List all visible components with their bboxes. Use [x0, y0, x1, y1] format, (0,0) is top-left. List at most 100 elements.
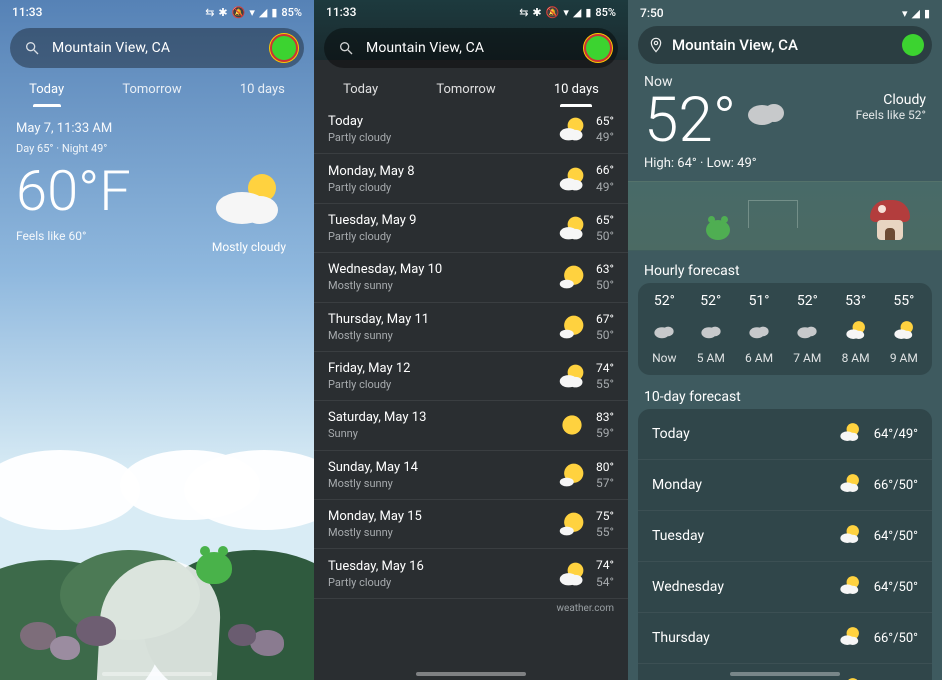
forecast-row[interactable]: Sunday, May 14 Mostly sunny 80° 57° — [314, 451, 628, 500]
feels-like: Feels like 52° — [856, 108, 926, 122]
home-indicator[interactable] — [102, 672, 212, 676]
forecast-row[interactable]: Saturday, May 13 Sunny 83° 59° — [314, 401, 628, 450]
mostly-sunny-icon — [558, 313, 586, 341]
hourly-title: Hourly forecast — [628, 255, 942, 283]
datetime: May 7, 11:33 AM — [16, 121, 298, 136]
hourly-temp: 55° — [890, 293, 918, 309]
tenday-row[interactable]: Wednesday 64°/50° — [638, 562, 932, 613]
tenday-row[interactable]: Tuesday 64°/50° — [638, 511, 932, 562]
condition-text: Mostly cloudy — [212, 240, 286, 254]
tenday-row[interactable]: Thursday 66°/50° — [638, 613, 932, 664]
battery-icon: ▮ — [271, 6, 277, 19]
forecast-row[interactable]: Monday, May 8 Partly cloudy 66° 49° — [314, 154, 628, 203]
partly-cloudy-icon — [826, 574, 874, 600]
forecast-list[interactable]: Today Partly cloudy 65° 49° Monday, May … — [314, 105, 628, 599]
forecast-low: 55° — [596, 376, 614, 392]
tab-today[interactable]: Today — [337, 74, 384, 105]
tab-tomorrow[interactable]: Tomorrow — [116, 74, 187, 105]
tenday-range: 64°/50° — [874, 529, 918, 544]
search-text: Mountain View, CA — [354, 40, 584, 56]
partly-cloudy-icon — [826, 523, 874, 549]
hourly-temp: 51° — [745, 293, 773, 309]
condition-text: Cloudy — [856, 92, 926, 108]
cast-icon: ⇆ — [205, 6, 214, 19]
forecast-row[interactable]: Tuesday, May 9 Partly cloudy 65° 50° — [314, 204, 628, 253]
hourly-forecast[interactable]: 52° Now 52° 5 AM 51° 6 AM 52° 7 AM 53° 8 AM 5… — [638, 283, 932, 375]
dnd-icon: 🔕 — [546, 6, 560, 19]
forecast-row[interactable]: Friday, May 12 Partly cloudy 74° 55° — [314, 352, 628, 401]
forecast-condition: Partly cloudy — [328, 378, 548, 391]
battery-pct: 85% — [281, 6, 302, 19]
wifi-icon: ▾ — [249, 6, 255, 19]
tenday-range: 66°/50° — [874, 478, 918, 493]
location-pill[interactable]: Mountain View, CA — [638, 26, 932, 64]
forecast-low: 54° — [596, 574, 614, 590]
hourly-hour: 8 AM — [842, 351, 870, 365]
tab-today[interactable]: Today — [23, 74, 70, 105]
bluetooth-icon: ✱ — [532, 6, 541, 19]
scene-illustration — [628, 181, 942, 251]
signal-icon: ◢ — [573, 6, 581, 19]
tab-tendays[interactable]: 10 days — [234, 74, 291, 105]
tab-tendays[interactable]: 10 days — [548, 74, 605, 105]
hourly-hour: 6 AM — [745, 351, 773, 365]
search-text: Mountain View, CA — [40, 40, 270, 56]
pane-today: 11:33 ⇆ ✱ 🔕 ▾ ◢ ▮ 85% Mountain View, CA … — [0, 0, 314, 680]
wifi-icon: ▾ — [902, 7, 908, 20]
hourly-hour: Now — [652, 351, 676, 365]
partly-cloudy-icon — [558, 214, 586, 242]
battery-icon: ▮ — [585, 6, 591, 19]
tenday-row[interactable]: Today 64°/49° — [638, 409, 932, 460]
forecast-row[interactable]: Monday, May 15 Mostly sunny 75° 55° — [314, 500, 628, 549]
forecast-low: 57° — [596, 475, 614, 491]
hourly-cell[interactable]: 53° 8 AM — [842, 293, 870, 365]
tenday-day: Today — [652, 426, 826, 442]
tab-tomorrow[interactable]: Tomorrow — [430, 74, 501, 105]
status-time: 11:33 — [12, 5, 42, 19]
forecast-day: Tuesday, May 16 — [328, 559, 548, 574]
hourly-cell[interactable]: 51° 6 AM — [745, 293, 773, 365]
tenday-day: Wednesday — [652, 579, 826, 595]
battery-icon: ▮ — [924, 7, 930, 20]
hourly-cell[interactable]: 52° 7 AM — [793, 293, 821, 365]
home-indicator[interactable] — [416, 672, 526, 676]
tabs: Today Tomorrow 10 days — [0, 74, 314, 105]
tenday-row[interactable]: Monday 66°/50° — [638, 460, 932, 511]
search-box[interactable]: Mountain View, CA — [324, 28, 618, 68]
tenday-title: 10-day forecast — [628, 381, 942, 409]
forecast-high: 63° — [596, 261, 614, 277]
hi-lo: High: 64° · Low: 49° — [644, 156, 926, 171]
forecast-condition: Partly cloudy — [328, 230, 548, 243]
forecast-condition: Mostly sunny — [328, 279, 548, 292]
status-bar: 11:33 ⇆ ✱ 🔕 ▾ ◢ ▮ 85% — [0, 0, 314, 22]
forecast-row[interactable]: Thursday, May 11 Mostly sunny 67° 50° — [314, 303, 628, 352]
partly-cloudy-icon — [892, 336, 916, 351]
hourly-cell[interactable]: 52° Now — [652, 293, 676, 365]
hourly-cell[interactable]: 52° 5 AM — [697, 293, 725, 365]
search-box[interactable]: Mountain View, CA — [10, 28, 304, 68]
hourly-cell[interactable]: 55° 9 AM — [890, 293, 918, 365]
pane-new-ui: 7:50 ▾ ◢ ▮ Mountain View, CA Now 52° Clo… — [628, 0, 942, 680]
tenday-forecast[interactable]: Today 64°/49°Monday 66°/50°Tuesday 64°/5… — [638, 409, 932, 680]
forecast-day: Saturday, May 13 — [328, 410, 548, 425]
signal-icon: ◢ — [911, 7, 919, 20]
forecast-condition: Partly cloudy — [328, 181, 548, 194]
forecast-row[interactable]: Tuesday, May 16 Partly cloudy 74° 54° — [314, 549, 628, 598]
frog-character-icon — [196, 552, 232, 584]
privacy-indicator-icon — [902, 34, 924, 56]
mostly-sunny-icon — [558, 461, 586, 489]
tenday-range: 64°/49° — [874, 427, 918, 442]
forecast-row[interactable]: Today Partly cloudy 65° 49° — [314, 105, 628, 154]
forecast-condition: Partly cloudy — [328, 576, 548, 589]
forecast-row[interactable]: Wednesday, May 10 Mostly sunny 63° 50° — [314, 253, 628, 302]
condition-block: Cloudy Feels like 52° — [856, 92, 926, 122]
status-icons: ⇆ ✱ 🔕 ▾ ◢ ▮ 85% — [205, 6, 302, 19]
mushroom-house-icon — [866, 200, 914, 240]
forecast-low: 49° — [596, 129, 614, 145]
mostly-sunny-icon — [558, 263, 586, 291]
home-indicator[interactable] — [730, 672, 840, 676]
cast-icon: ⇆ — [519, 6, 528, 19]
tenday-range: 64°/50° — [874, 580, 918, 595]
forecast-high: 65° — [596, 212, 614, 228]
forecast-high: 74° — [596, 360, 614, 376]
